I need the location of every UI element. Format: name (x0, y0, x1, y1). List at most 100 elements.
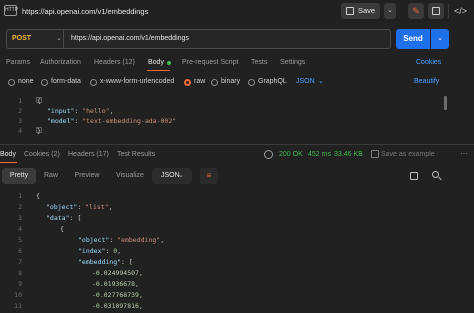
response-tab-body[interactable]: Body (0, 151, 16, 158)
tab-pre-request-script[interactable]: Pre-request Script (182, 59, 238, 66)
tab-body[interactable]: Body (148, 59, 164, 66)
line-number: 3 (18, 214, 22, 222)
radio-label-raw[interactable]: raw (194, 78, 205, 85)
beautify-link[interactable]: Beautify (414, 78, 439, 85)
radio-label-form-data[interactable]: form-data (51, 78, 81, 85)
response-size[interactable]: 33.46 KB (334, 151, 363, 158)
line-number: 10 (14, 291, 22, 299)
active-tab-indicator (0, 162, 17, 163)
code-line: -0.031097816, (92, 302, 143, 310)
send-options-button[interactable]: ⌄ (431, 29, 449, 49)
json-string: "list" (85, 203, 109, 211)
chevron-down-icon[interactable]: ⌄ (318, 77, 324, 85)
more-options-icon[interactable]: ··· (460, 149, 468, 158)
json-bracket: [ (77, 214, 82, 222)
response-tab-cookies[interactable]: Cookies (2) (24, 151, 60, 158)
json-comma: , (109, 107, 114, 115)
json-bracket: [ (128, 258, 133, 266)
radio-form-data[interactable] (41, 79, 48, 86)
json-key: "data" (46, 214, 70, 222)
json-string: "hello" (82, 107, 110, 115)
line-number: 5 (18, 236, 22, 244)
save-example-icon (371, 150, 379, 158)
view-raw[interactable]: Raw (38, 168, 64, 184)
tab-settings[interactable]: Settings (280, 59, 305, 66)
http-request-icon: HTTP (4, 5, 18, 16)
status-code[interactable]: 200 OK (279, 151, 303, 158)
response-time[interactable]: 452 ms (308, 151, 331, 158)
edit-icon[interactable]: ✎ (408, 3, 424, 19)
code-line: -0.027768739, (92, 291, 143, 299)
response-tab-test-results[interactable]: Test Results (117, 151, 155, 158)
code-line: "index": 0, (78, 247, 122, 255)
radio-raw[interactable] (184, 79, 191, 86)
method-select[interactable]: POST (12, 35, 31, 42)
globe-icon[interactable] (264, 150, 273, 159)
tab-tests[interactable]: Tests (251, 59, 267, 66)
code-line: -0.01936678, (92, 280, 139, 288)
radio-binary[interactable] (211, 79, 218, 86)
url-input[interactable]: https://api.openai.com/v1/embeddings (71, 35, 189, 42)
code-line: "object": "list", (46, 203, 113, 211)
chevron-down-icon[interactable]: ⌄ (178, 168, 184, 184)
active-tab-indicator (147, 70, 170, 71)
comments-button[interactable] (428, 3, 444, 19)
toolbar-divider (448, 4, 449, 18)
json-key: "object" (78, 236, 110, 244)
response-format-select[interactable]: JSON (152, 168, 192, 184)
line-number: 4 (18, 225, 22, 233)
line-number: 1 (18, 192, 22, 200)
json-key: "embedding" (78, 258, 122, 266)
tab-authorization[interactable]: Authorization (40, 59, 81, 66)
request-bar-divider (63, 29, 64, 49)
json-key: "model" (47, 117, 75, 125)
json-key: "index" (78, 247, 106, 255)
save-options-button[interactable]: ⌄ (384, 3, 396, 19)
line-number: 8 (18, 269, 22, 277)
line-number: 3 (18, 117, 22, 125)
search-icon-handle (438, 176, 442, 181)
line-number: 11 (14, 302, 22, 310)
wrap-lines-icon[interactable]: ≡ (200, 168, 218, 184)
code-line: { (37, 97, 41, 105)
code-line: "data": [ (46, 214, 82, 222)
radio-graphql[interactable] (248, 79, 255, 86)
line-number: 9 (18, 280, 22, 288)
tab-params[interactable]: Params (6, 59, 30, 66)
code-line: "object": "embedding", (78, 236, 165, 244)
comment-icon (432, 7, 440, 15)
radio-label-graphql[interactable]: GraphQL (258, 78, 287, 85)
request-body-editor[interactable] (0, 94, 474, 138)
copy-icon[interactable] (410, 172, 418, 180)
pane-divider[interactable] (0, 144, 474, 145)
send-button[interactable]: Send (396, 29, 430, 49)
tab-headers[interactable]: Headers (12) (94, 59, 135, 66)
save-icon (346, 7, 354, 15)
json-key: "object" (46, 203, 78, 211)
radio-urlencoded[interactable] (90, 79, 97, 86)
view-pretty[interactable]: Pretty (2, 168, 36, 184)
code-line: { (36, 192, 40, 200)
save-as-example-button[interactable]: Save as example (381, 151, 435, 158)
chevron-down-icon[interactable]: ⌄ (56, 34, 62, 42)
code-line: "embedding": [ (78, 258, 133, 266)
code-line: "model": "text-embedding-ada-002" (47, 117, 176, 125)
cookies-link[interactable]: Cookies (416, 59, 441, 66)
view-preview[interactable]: Preview (66, 168, 108, 184)
raw-format-select[interactable]: JSON (296, 78, 315, 85)
request-title[interactable]: https://api.openai.com/v1/embeddings (22, 7, 148, 16)
view-visualize[interactable]: Visualize (108, 168, 152, 184)
code-icon[interactable]: </> (454, 6, 467, 16)
json-string: "text-embedding-ada-002" (82, 117, 177, 125)
json-string: "embedding" (117, 236, 161, 244)
line-number: 2 (18, 203, 22, 211)
code-line: "input": "hello", (47, 107, 114, 115)
radio-label-urlencoded[interactable]: x-www-form-urlencoded (100, 78, 174, 85)
radio-none[interactable] (8, 79, 15, 86)
code-line: -0.024994507, (92, 269, 143, 277)
line-number: 1 (18, 97, 22, 105)
radio-label-none[interactable]: none (18, 78, 34, 85)
editor-scrollbar[interactable] (444, 96, 447, 110)
radio-label-binary[interactable]: binary (221, 78, 240, 85)
response-tab-headers[interactable]: Headers (17) (68, 151, 109, 158)
